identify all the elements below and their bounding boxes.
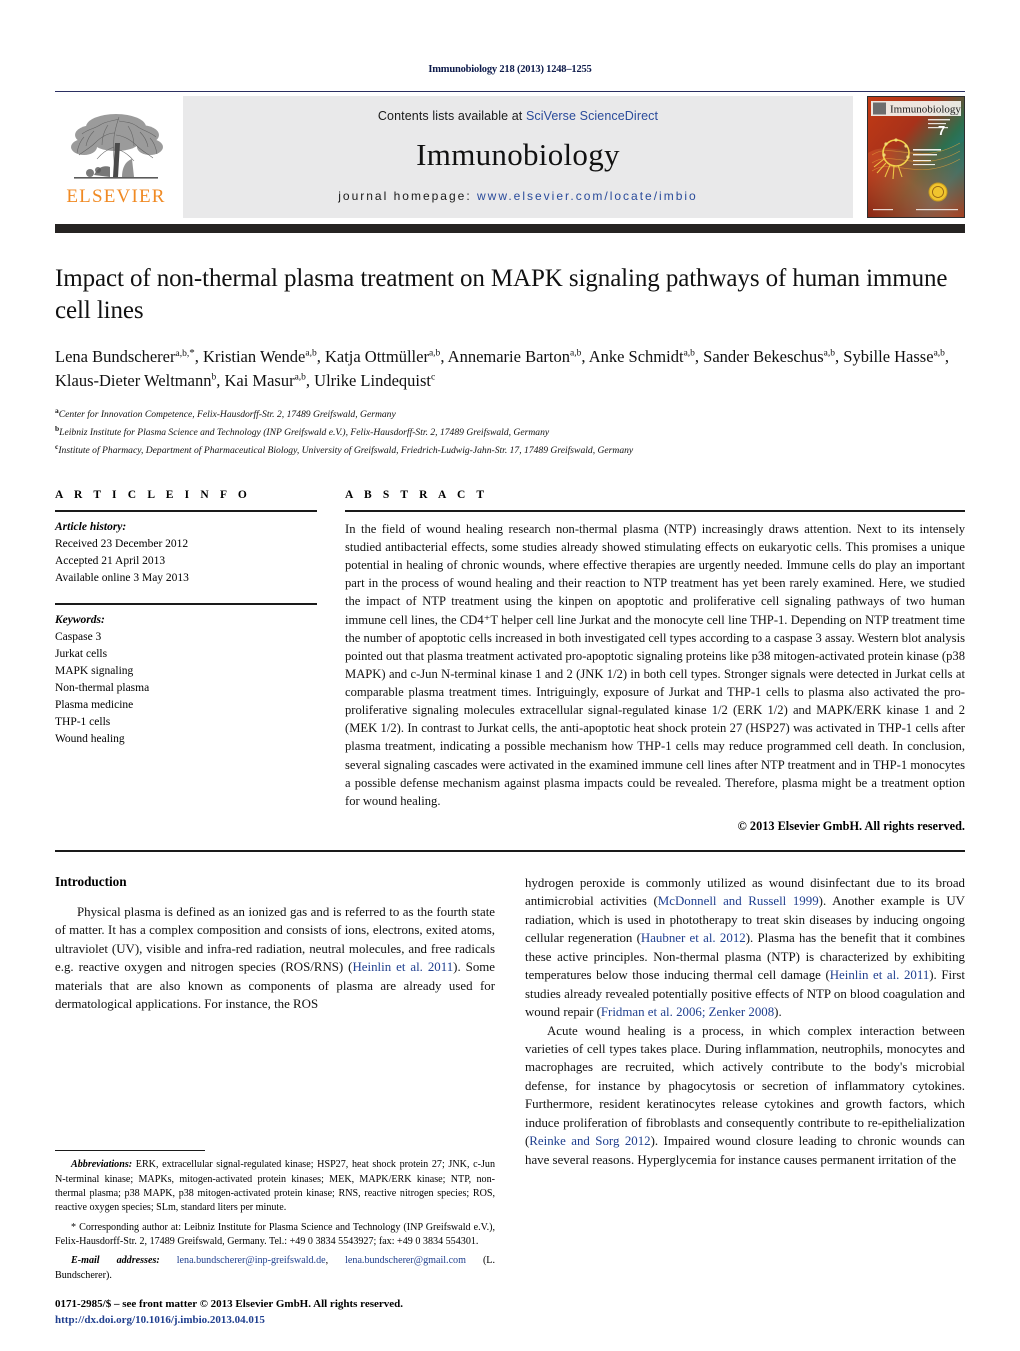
footnote-rule	[55, 1150, 205, 1152]
article-history-block: Article history: Received 23 December 20…	[55, 512, 317, 587]
article-page: Immunobiology 218 (2013) 1248–1255 ELSEV…	[0, 0, 1020, 1351]
affiliation-text: Center for Innovation Competence, Felix-…	[58, 409, 396, 421]
abstract-column: A B S T R A C T In the field of wound he…	[345, 489, 965, 834]
affiliation-text: Leibniz Institute for Plasma Science and…	[59, 427, 550, 439]
journal-homepage-line: journal homepage: www.elsevier.com/locat…	[338, 189, 697, 203]
citation-link[interactable]: Fridman et al. 2006; Zenker 2008	[601, 1005, 774, 1019]
abstract-text: In the field of wound healing research n…	[345, 521, 965, 808]
footnote-block: Abbreviations: ERK, extracellular signal…	[55, 1150, 495, 1329]
keyword-item: Jurkat cells	[55, 647, 108, 660]
author-item: Katja Ottmüllera,b	[324, 347, 441, 366]
citation-link[interactable]: McDonnell and Russell 1999	[658, 894, 819, 908]
author-item: Lena Bundscherera,b,*	[55, 346, 195, 367]
article-info-column: A R T I C L E I N F O Article history: R…	[55, 489, 317, 834]
elsevier-wordmark: ELSEVIER	[66, 185, 166, 207]
body-column-left: Introduction Physical plasma is defined …	[55, 874, 495, 1329]
body-top-rule	[55, 849, 965, 852]
title-block: Impact of non-thermal plasma treatment o…	[55, 263, 965, 459]
author-list: Lena Bundscherera,b,*, Kristian Wendea,b…	[55, 346, 950, 390]
journal-banner: Contents lists available at SciVerse Sci…	[183, 96, 853, 218]
article-history-label: Article history:	[55, 520, 127, 533]
intro-paragraph-right-2: Acute wound healing is a process, in whi…	[525, 1022, 965, 1170]
right-text-e: ).	[774, 1005, 782, 1020]
keyword-item: THP-1 cells	[55, 716, 111, 729]
abbreviations-note: Abbreviations: ERK, extracellular signal…	[55, 1158, 495, 1215]
abbreviations-label: Abbreviations:	[71, 1159, 133, 1171]
intro-paragraph-left: Physical plasma is defined as an ionized…	[55, 903, 495, 1014]
elsevier-tree-icon	[71, 113, 163, 179]
contents-prefix: Contents lists available at	[377, 109, 526, 123]
sciencedirect-link[interactable]: SciVerse ScienceDirect	[526, 109, 658, 123]
author-item: Ulrike Lindequistc	[314, 370, 436, 390]
running-head: Immunobiology 218 (2013) 1248–1255	[428, 64, 592, 75]
keyword-item: MAPK signaling	[55, 665, 134, 677]
citation-link[interactable]: Haubner et al. 2012	[641, 931, 746, 945]
journal-header-band: ELSEVIER Contents lists available at Sci…	[55, 96, 965, 218]
contents-lists-line: Contents lists available at SciVerse Sci…	[378, 109, 658, 123]
issn-line: 0171-2985/$ – see front matter © 2013 El…	[55, 1298, 404, 1311]
header-dark-band	[55, 224, 965, 233]
journal-title: Immunobiology	[416, 137, 620, 172]
author-item: Kai Masura,b	[224, 370, 306, 390]
corresponding-author-note: * Corresponding author at: Leibniz Insti…	[55, 1221, 495, 1248]
article-info-heading: A R T I C L E I N F O	[55, 488, 251, 501]
email-link-1[interactable]: lena.bundscherer@inp-greifswald.de	[177, 1255, 326, 1266]
cover-title-text: Immunobiology	[890, 104, 961, 116]
history-item: Accepted 21 April 2013	[55, 554, 166, 567]
affiliation-list: aCenter for Innovation Competence, Felix…	[55, 405, 965, 459]
keyword-item: Non-thermal plasma	[55, 682, 150, 695]
right2-text-a: Acute wound healing is a process, in whi…	[525, 1023, 965, 1149]
cover-artwork: Immunobiology 7	[868, 97, 964, 217]
journal-cover-wrap: Immunobiology 7	[853, 96, 965, 218]
homepage-url-link[interactable]: www.elsevier.com/locate/imbio	[477, 189, 698, 203]
info-abstract-section: A R T I C L E I N F O Article history: R…	[55, 489, 965, 834]
header-top-rule	[55, 91, 965, 92]
keyword-item: Wound healing	[55, 733, 125, 746]
affiliation-item: bLeibniz Institute for Plasma Science an…	[55, 423, 965, 441]
keywords-block: Keywords: Caspase 3 Jurkat cells MAPK si…	[55, 605, 317, 748]
elsevier-logo: ELSEVIER	[55, 96, 183, 218]
affiliation-text: Institute of Pharmacy, Department of Pha…	[58, 445, 634, 457]
citation-link[interactable]: Reinke and Sorg 2012	[529, 1134, 650, 1148]
author-item: Sander Bekeschusa,b	[703, 347, 836, 366]
author-item: Kristian Wendea,b	[202, 347, 317, 366]
doi-link[interactable]: http://dx.doi.org/10.1016/j.imbio.2013.0…	[55, 1313, 495, 1329]
history-item: Available online 3 May 2013	[55, 571, 189, 584]
affiliation-item: aCenter for Innovation Competence, Felix…	[55, 405, 965, 423]
journal-cover-image: Immunobiology 7	[867, 96, 965, 218]
email-label: E-mail addresses:	[71, 1255, 160, 1267]
keyword-item: Plasma medicine	[55, 699, 134, 712]
keywords-label: Keywords:	[55, 613, 105, 626]
introduction-heading: Introduction	[55, 873, 127, 889]
citation-link[interactable]: Heinlin et al. 2011	[352, 960, 453, 974]
history-item: Received 23 December 2012	[55, 537, 189, 550]
citation-link[interactable]: Heinlin et al. 2011	[830, 968, 930, 982]
email-link-2[interactable]: lena.bundscherer@gmail.com	[345, 1255, 466, 1266]
author-item: Annemarie Bartona,b	[447, 347, 582, 366]
body-columns: Introduction Physical plasma is defined …	[55, 874, 965, 1329]
affiliation-item: cInstitute of Pharmacy, Department of Ph…	[55, 441, 965, 459]
author-item: Anke Schmidta,b	[588, 347, 695, 366]
keyword-item: Caspase 3	[55, 630, 102, 643]
abstract-copyright: © 2013 Elsevier GmbH. All rights reserve…	[737, 818, 965, 833]
issn-block: 0171-2985/$ – see front matter © 2013 El…	[55, 1297, 495, 1329]
author-item: Klaus-Dieter Weltmannb	[55, 370, 217, 390]
intro-paragraph-right-1: hydrogen peroxide is commonly utilized a…	[525, 874, 965, 1022]
homepage-label: journal homepage:	[338, 189, 472, 203]
email-note: E-mail addresses: lena.bundscherer@inp-g…	[55, 1255, 495, 1281]
abstract-heading: A B S T R A C T	[345, 488, 489, 501]
page-title: Impact of non-thermal plasma treatment o…	[55, 265, 948, 324]
cover-issue-number: 7	[938, 123, 945, 138]
author-item: Sybille Hassea,b	[843, 347, 945, 366]
body-column-right: hydrogen peroxide is commonly utilized a…	[525, 874, 965, 1329]
